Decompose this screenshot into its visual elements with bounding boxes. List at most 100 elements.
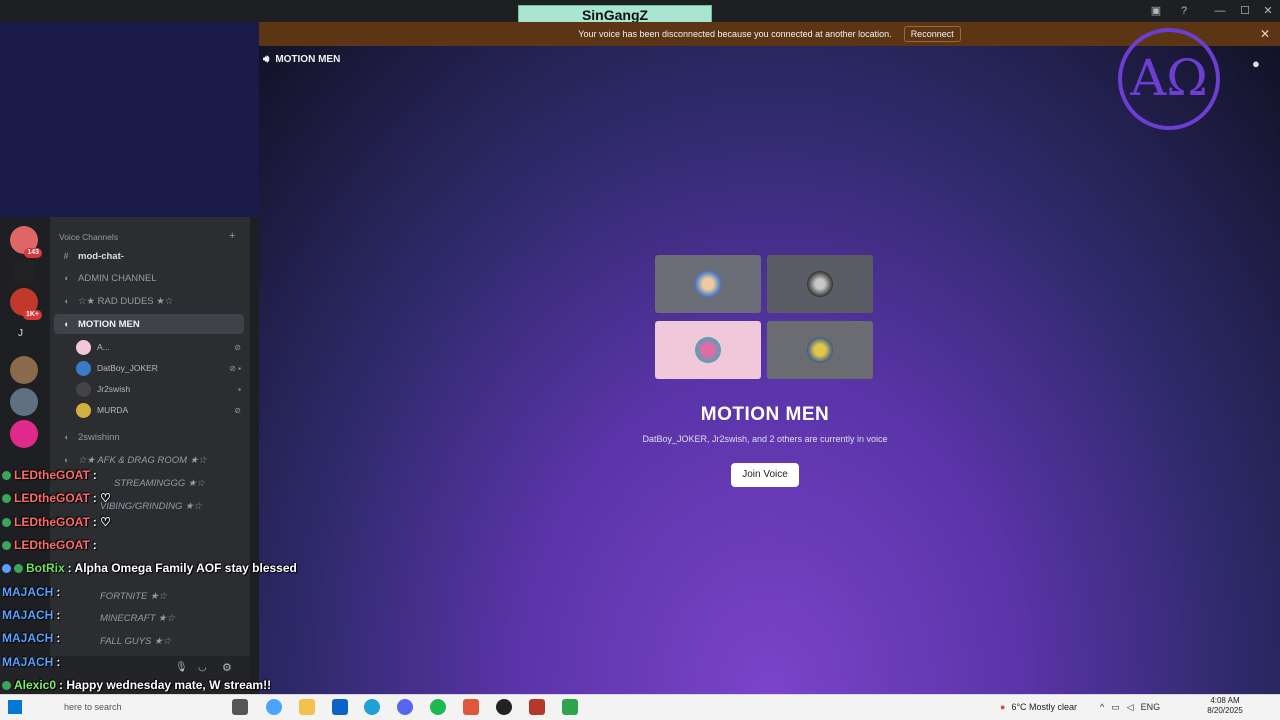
chat-message: MAJACH: bbox=[2, 631, 60, 645]
chat-bubble-icon[interactable]: ● bbox=[1252, 56, 1260, 71]
avatar bbox=[807, 337, 833, 363]
badge-icon bbox=[14, 563, 23, 573]
gear-icon[interactable]: ⚙ bbox=[222, 661, 232, 674]
edge-icon[interactable] bbox=[364, 699, 380, 715]
help-icon[interactable]: ? bbox=[1176, 4, 1192, 18]
chat-user: MAJACH bbox=[2, 655, 54, 669]
weather-widget[interactable]: ● 6°C Mostly clear bbox=[1000, 694, 1077, 720]
channel-minecraft[interactable]: MINECRAFT ★☆ bbox=[54, 608, 244, 628]
voice-member[interactable]: MURDA ⊘ bbox=[76, 400, 241, 420]
webcam-area bbox=[0, 22, 259, 217]
spotify-icon[interactable] bbox=[430, 699, 446, 715]
server-icon[interactable] bbox=[10, 258, 38, 286]
headphones-icon[interactable]: ◡ bbox=[198, 662, 207, 673]
copilot-icon[interactable] bbox=[266, 699, 282, 715]
chat-message: LEDtheGOAT: bbox=[2, 468, 97, 482]
system-tray: ^ ▭ ◁ ENG bbox=[1100, 694, 1160, 720]
chat-text: : bbox=[92, 538, 97, 552]
outlook-icon[interactable] bbox=[332, 699, 348, 715]
join-voice-button[interactable]: Join Voice bbox=[731, 463, 799, 487]
in-voice-summary: DatBoy_JOKER, Jr2swish, and 2 others are… bbox=[642, 434, 888, 444]
start-icon[interactable] bbox=[8, 700, 22, 714]
server-icon[interactable]: 143 bbox=[10, 226, 42, 258]
app-icon[interactable] bbox=[529, 699, 545, 715]
microphone-icon[interactable]: 🎙︎ bbox=[175, 662, 188, 673]
voice-member[interactable]: A... ⊘ bbox=[76, 337, 241, 357]
member-name: Jr2swish bbox=[97, 384, 131, 394]
muted-icon: ⊘ ▪ bbox=[229, 363, 241, 373]
chat-user: LEDtheGOAT bbox=[14, 468, 90, 482]
app-icon[interactable] bbox=[463, 699, 479, 715]
chat-text: : ♡ bbox=[92, 491, 111, 505]
avatar bbox=[695, 271, 721, 297]
channel-label: MINECRAFT ★☆ bbox=[100, 612, 176, 624]
chat-message: MAJACH: bbox=[2, 655, 60, 669]
voice-member[interactable]: Jr2swish ▪ bbox=[76, 379, 241, 399]
channel-2swishinn[interactable]: ◖ 2swishinn bbox=[54, 427, 244, 447]
chat-message: LEDtheGOAT: ♡ bbox=[2, 515, 111, 529]
channel-fall-guys[interactable]: FALL GUYS ★☆ bbox=[54, 631, 244, 651]
speaker-icon: ◖ bbox=[63, 432, 69, 442]
volume-icon[interactable]: ◁ bbox=[1127, 702, 1134, 713]
chat-text: : bbox=[56, 608, 61, 622]
file-explorer-icon[interactable] bbox=[299, 699, 315, 715]
server-icon[interactable]: 1K+ bbox=[10, 288, 42, 320]
task-view-icon[interactable] bbox=[232, 699, 248, 715]
badge-icon bbox=[2, 517, 11, 527]
reconnect-button[interactable]: Reconnect bbox=[903, 26, 961, 42]
taskbar-search[interactable]: here to search bbox=[30, 697, 210, 717]
channel-afk[interactable]: ◖ ☆★ AFK & DRAG ROOM ★☆ bbox=[54, 450, 244, 470]
app-icon[interactable] bbox=[562, 699, 578, 715]
server-icon[interactable] bbox=[10, 420, 38, 448]
add-channel-icon[interactable]: + bbox=[229, 230, 235, 242]
network-icon[interactable]: ▭ bbox=[1111, 702, 1120, 713]
badge-icon bbox=[2, 680, 11, 690]
discord-icon[interactable] bbox=[397, 699, 413, 715]
stage-header: 🔊︎ MOTION MEN bbox=[259, 54, 340, 65]
speaker-icon: ◖ bbox=[63, 319, 69, 329]
close-window-icon[interactable]: ✕ bbox=[1260, 4, 1276, 18]
participant-tile[interactable] bbox=[767, 321, 873, 379]
speaker-icon: 🔊︎ bbox=[263, 54, 270, 65]
inbox-icon[interactable]: ▣ bbox=[1148, 4, 1164, 18]
weather-icon: ● bbox=[1000, 702, 1006, 712]
avatar bbox=[76, 339, 91, 355]
chat-message: LEDtheGOAT: ♡ bbox=[2, 491, 111, 505]
channel-mod-chat[interactable]: # mod-chat- bbox=[54, 246, 244, 266]
server-initial[interactable]: J bbox=[18, 328, 23, 339]
clock[interactable]: 4:08 AM 8/20/2025 bbox=[1200, 696, 1250, 716]
channel-fortnite[interactable]: FORTNITE ★☆ bbox=[54, 586, 244, 606]
minimize-icon[interactable]: — bbox=[1212, 4, 1228, 18]
channel-label: 2swishinn bbox=[78, 431, 120, 443]
notice-close-icon[interactable]: ✕ bbox=[1260, 27, 1270, 41]
muted-icon: ⊘ bbox=[234, 342, 241, 352]
participant-tile[interactable] bbox=[767, 255, 873, 313]
language-indicator[interactable]: ENG bbox=[1141, 702, 1161, 712]
server-icon[interactable] bbox=[10, 388, 38, 416]
voice-channels-header[interactable]: Voice Channels bbox=[59, 232, 118, 242]
obs-icon[interactable] bbox=[496, 699, 512, 715]
chat-message: LEDtheGOAT: bbox=[2, 538, 97, 552]
speaker-icon: ◖ bbox=[63, 273, 69, 283]
muted-icon: ⊘ bbox=[234, 405, 241, 415]
avatar bbox=[807, 271, 833, 297]
avatar bbox=[76, 360, 91, 376]
channel-admin[interactable]: ◖ ADMIN CHANNEL bbox=[54, 268, 244, 288]
channel-rad-dudes[interactable]: ◖ ☆★ RAD DUDES ★☆ bbox=[54, 291, 244, 311]
maximize-icon[interactable]: ☐ bbox=[1237, 4, 1253, 18]
channel-label: MOTION MEN bbox=[78, 318, 140, 330]
chevron-up-icon[interactable]: ^ bbox=[1100, 702, 1104, 712]
channel-label: FORTNITE ★☆ bbox=[100, 590, 167, 602]
chat-user: Alexic0 bbox=[14, 678, 57, 692]
channel-label: STREAMINGGG ★☆ bbox=[114, 477, 205, 489]
voice-disconnected-notice: Your voice has been disconnected because… bbox=[259, 22, 1280, 46]
chat-message: MAJACH: bbox=[2, 608, 60, 622]
participant-tile[interactable] bbox=[655, 321, 761, 379]
participant-tile[interactable] bbox=[655, 255, 761, 313]
member-name: MURDA bbox=[97, 405, 129, 415]
chat-text: : Happy wednesday mate, W stream!! bbox=[59, 678, 272, 692]
server-icon[interactable] bbox=[10, 356, 38, 384]
voice-member[interactable]: DatBoy_JOKER ⊘ ▪ bbox=[76, 358, 241, 378]
channel-motion-men[interactable]: ◖ MOTION MEN bbox=[54, 314, 244, 334]
badge-icon bbox=[2, 540, 11, 550]
